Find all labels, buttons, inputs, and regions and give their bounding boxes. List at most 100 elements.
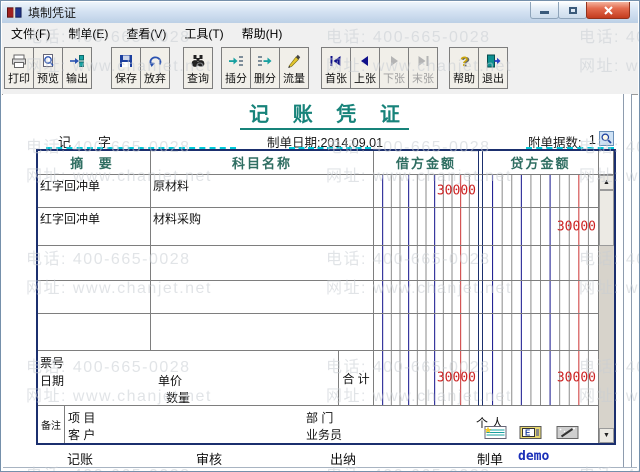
printer-icon [12,54,26,68]
toolbar-group-split: 插分 删分 流量 [221,47,309,89]
ticket-no-label: 票号 [40,356,65,370]
bookkeeping-label: 记账 [67,452,94,467]
total-label-cell: 合 计 [339,351,374,406]
scrollbar-track[interactable] [599,246,614,428]
minimize-button[interactable] [530,2,559,19]
exit-button[interactable]: 退出 [478,47,508,89]
query-button[interactable]: 查询 [183,47,213,89]
scroll-down-button[interactable]: ▼ [599,428,614,443]
window-controls [530,2,630,19]
row1-credit-cell[interactable] [483,175,599,208]
row4-credit-cell[interactable] [483,281,599,314]
maximize-icon [568,6,577,14]
preparer-name: demo [518,449,550,464]
debit-total-amount: 30000 [436,370,476,386]
bottom-edge-line [3,467,637,468]
menu-voucher[interactable]: 制单(E) [59,23,117,44]
quantity-label: 数量 [166,391,191,405]
footer-detail-cell: 票号 日期 单价 数量 [38,351,339,406]
toolbar-group-save: 保存 放弃 [111,47,170,89]
close-icon [603,5,613,15]
row4-summary-cell[interactable] [38,281,151,314]
title-bar: 填制凭证 [2,2,638,24]
row3-account-cell[interactable] [151,246,374,281]
row4-account-cell[interactable] [151,281,374,314]
row3-credit-cell[interactable] [483,246,599,281]
display-mode-button[interactable]: E [518,426,543,439]
insert-split-button[interactable]: 插分 [221,47,251,89]
row5-credit-cell[interactable] [483,314,599,351]
magic-wand-button[interactable] [555,426,580,439]
col-header-summary: 摘 要 [38,151,151,175]
salesman-field[interactable]: 业务员 [306,426,342,443]
ledger-lines [374,208,478,245]
toolbar-group-nav: 首张 上张 下张 末张 [321,47,438,89]
table-scrollbar[interactable]: ▲ ▼ [599,175,614,443]
row3-debit-cell[interactable] [374,246,478,281]
window-edge-line [631,94,632,467]
save-icon [120,55,132,67]
flow-button[interactable]: 流量 [279,47,309,89]
row2-credit-cell[interactable]: 30000 [483,208,599,246]
scroll-up-button[interactable]: ▲ [599,175,614,190]
menu-tools[interactable]: 工具(T) [175,23,232,44]
project-field[interactable]: 项 目 [68,409,95,426]
row2-account-cell[interactable]: 材料采购 [151,208,374,246]
ledger-lines [374,281,478,313]
voucher-title: 记 账 凭 证 [36,98,613,130]
scrollbar-thumb[interactable] [599,190,614,246]
remark-label: 备注 [38,406,65,443]
next-page-icon [391,56,398,66]
export-button[interactable]: 输出 [62,47,92,89]
last-page-button: 末张 [408,47,438,89]
row4-debit-cell[interactable] [374,281,478,314]
preview-icon [43,54,54,67]
row1-debit-cell[interactable]: 30000 [374,175,478,208]
department-field[interactable]: 部 门 [306,409,333,426]
first-page-button[interactable]: 首张 [321,47,351,89]
save-button[interactable]: 保存 [111,47,141,89]
export-icon [70,55,84,67]
attachments-value: 1 [588,132,596,147]
row1-summary-cell[interactable]: 红字回冲单 [38,175,151,208]
screen-icon: E [519,426,542,439]
ledger-lines [483,314,598,350]
row5-summary-cell[interactable] [38,314,151,351]
ledger-lines [483,281,598,313]
col-header-credit: 贷方金额 [483,151,599,175]
delete-split-button[interactable]: 删分 [250,47,280,89]
discard-button[interactable]: 放弃 [140,47,170,89]
cashier-label: 出纳 [330,452,357,467]
col-header-debit: 借方金额 [374,151,478,175]
row2-credit-amount: 30000 [556,219,596,234]
print-button[interactable]: 打印 [4,47,34,89]
wand-icon [556,426,579,439]
attachments-lookup-button[interactable] [599,131,614,146]
ledger-lines [483,246,598,280]
row3-summary-cell[interactable] [38,246,151,281]
row2-debit-cell[interactable] [374,208,478,246]
help-button[interactable]: ?? 帮助 [449,47,479,89]
row2-summary-cell[interactable]: 红字回冲单 [38,208,151,246]
row1-debit-amount: 30000 [436,183,476,199]
menu-help[interactable]: 帮助(H) [233,23,292,44]
note-template-button[interactable] [483,426,508,439]
svg-text:?: ? [460,53,469,69]
row5-account-cell[interactable] [151,314,374,351]
flow-pen-icon [288,54,301,68]
row5-debit-cell[interactable] [374,314,478,351]
maximize-button[interactable] [558,2,587,19]
customer-field[interactable]: 客 户 [68,426,95,443]
app-books-icon [7,6,22,19]
menu-file[interactable]: 文件(F) [2,23,59,44]
close-button[interactable] [586,2,630,19]
preview-button[interactable]: 预览 [33,47,63,89]
toolbar-group-help: ?? 帮助 退出 [449,47,508,89]
next-page-button: 下张 [379,47,409,89]
app-window: 填制凭证 文件(F) 制单(E) 查看(V) 工具(T) 帮助(H) 打印 预览 [0,0,640,472]
row1-account-cell[interactable]: 原材料 [151,175,374,208]
ledger-lines [483,175,598,207]
menu-view[interactable]: 查看(V) [117,23,175,44]
prev-page-button[interactable]: 上张 [350,47,380,89]
last-page-icon [418,56,429,66]
